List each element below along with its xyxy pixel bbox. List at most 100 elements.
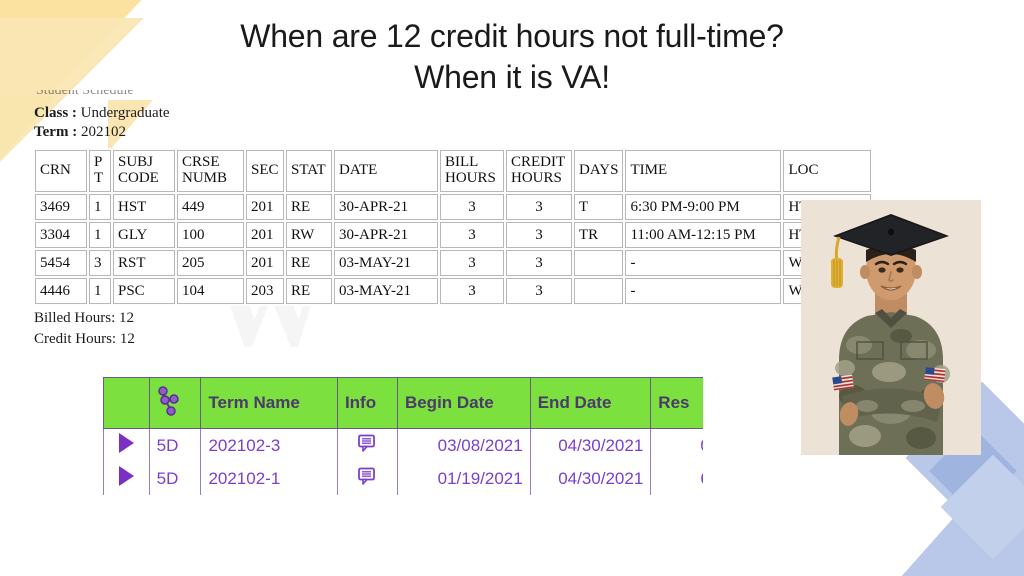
schedule-table: CRN PT SUBJ CODE CRSE NUMB SEC STAT DATE B… (33, 148, 874, 306)
node-graph-icon (157, 385, 194, 421)
table-row: 4446 1 PSC 104 203 RE 03-MAY-21 3 3 - WE… (35, 278, 872, 304)
cell-days (574, 250, 624, 276)
class-label: Class : (34, 105, 77, 121)
row-info-cell[interactable] (336, 462, 398, 495)
row-res: 0 (650, 428, 703, 462)
cell-crn: 4446 (35, 278, 87, 304)
cell-stat: RW (286, 222, 332, 248)
terms-col-begin-date[interactable]: Begin Date (396, 377, 531, 429)
cell-stat: RE (286, 278, 332, 304)
clipped-heading-text: Student Schedule (36, 90, 134, 98)
cell-crse: 205 (177, 250, 244, 276)
col-stat-l1: STAT (291, 162, 326, 179)
cell-bill: 3 (440, 250, 504, 276)
terms-table-panel: Term Name Info Begin Date End Date Res D… (103, 377, 703, 513)
cell-crse: 449 (177, 194, 244, 220)
table-row[interactable]: 5D 202102-1 01/19/2021 04/30/2021 (103, 462, 703, 495)
clipped-heading: Student Schedule (36, 90, 236, 98)
row-term-name[interactable]: 202102-3 (200, 428, 338, 462)
col-date: DATE (334, 150, 438, 192)
terms-table: Term Name Info Begin Date End Date Res D… (103, 377, 703, 495)
terms-col-term-name[interactable]: Term Name (200, 377, 338, 429)
cell-crn: 5454 (35, 250, 87, 276)
row-end-date: 04/30/2021 (529, 462, 652, 495)
col-date-l1: DATE (339, 162, 378, 179)
col-subj-l1: SUBJ (118, 154, 154, 171)
cell-subj: GLY (113, 222, 175, 248)
terms-col-res[interactable]: Res (650, 377, 703, 429)
cell-crse: 104 (177, 278, 244, 304)
table-row: 3304 1 GLY 100 201 RW 30-APR-21 3 3 TR 1… (35, 222, 872, 248)
class-line: Class : Undergraduate (34, 104, 170, 123)
cell-date: 30-APR-21 (334, 194, 438, 220)
row-code-cell: 5D (148, 462, 202, 495)
soldier-graduate-photo (801, 200, 981, 455)
cell-crn: 3469 (35, 194, 87, 220)
slide-title: When are 12 credit hours not full-time? … (120, 16, 904, 98)
term-line: Term : 202102 (34, 123, 170, 142)
cell-credit: 3 (506, 222, 572, 248)
cell-date: 30-APR-21 (334, 222, 438, 248)
slide-title-line-1: When are 12 credit hours not full-time? (240, 18, 784, 54)
terms-col-expand (103, 377, 150, 429)
cell-days: T (574, 194, 624, 220)
col-crn: CRN (35, 150, 87, 192)
col-loc-l1: LOC (788, 162, 819, 179)
cell-credit: 3 (506, 278, 572, 304)
note-icon[interactable] (345, 433, 390, 458)
col-days-l1: DAYS (579, 162, 619, 179)
row-code-cell: 5D (148, 428, 202, 462)
col-credit: CREDIT HOURS (506, 150, 572, 192)
cell-bill: 3 (440, 278, 504, 304)
term-value: 202102 (80, 124, 126, 141)
cell-sec: 201 (246, 194, 284, 220)
note-icon[interactable] (345, 466, 390, 491)
terms-col-node-graph (148, 377, 202, 429)
class-value: Undergraduate (80, 105, 170, 121)
col-crse: CRSE NUMB (177, 150, 244, 192)
table-row: 5454 3 RST 205 201 RE 03-MAY-21 3 3 - WE… (35, 250, 872, 276)
terms-col-end-date[interactable]: End Date (529, 377, 652, 429)
col-pt-l2: T (94, 170, 104, 186)
cell-crse: 100 (177, 222, 244, 248)
slide-canvas: When are 12 credit hours not full-time? … (0, 0, 1024, 576)
col-credit-l1: CREDIT (511, 154, 566, 171)
cell-sec: 203 (246, 278, 284, 304)
schedule-totals: Billed Hours: 12 Credit Hours: 12 (34, 308, 135, 349)
billed-hours-total: Billed Hours: 12 (34, 310, 134, 326)
col-credit-l2: HOURS (511, 170, 562, 186)
slide-title-line-2: When it is VA! (414, 58, 610, 95)
cell-sec: 201 (246, 222, 284, 248)
col-sec-l1: SEC (251, 162, 279, 179)
cell-bill: 3 (440, 194, 504, 220)
row-expand-cell[interactable] (103, 428, 150, 462)
cell-date: 03-MAY-21 (334, 278, 438, 304)
col-time-l1: TIME (630, 162, 668, 179)
row-begin-date: 03/08/2021 (396, 428, 531, 462)
expand-arrow-icon[interactable] (118, 433, 134, 453)
col-crse-l1: CRSE (182, 154, 220, 171)
decorative-blue-diamond-c (940, 454, 1024, 560)
term-label: Term : (34, 124, 78, 141)
cell-time: 11:00 AM-12:15 PM (625, 222, 782, 248)
row-expand-cell[interactable] (103, 462, 150, 495)
row-info-cell[interactable] (336, 428, 398, 462)
cell-time: 6:30 PM-9:00 PM (625, 194, 782, 220)
cell-subj: PSC (113, 278, 175, 304)
col-crn-l1: CRN (40, 162, 71, 179)
credit-hours-total: Credit Hours: 12 (34, 330, 135, 347)
terms-col-info[interactable]: Info (336, 377, 398, 429)
col-sec: SEC (246, 150, 284, 192)
cell-days: TR (574, 222, 624, 248)
col-bill: BILL HOURS (440, 150, 504, 192)
expand-arrow-icon[interactable] (118, 466, 134, 486)
cell-credit: 3 (506, 194, 572, 220)
table-row[interactable]: 5D 202102-3 03/08/2021 04/30/2021 (103, 428, 703, 462)
cell-crn: 3304 (35, 222, 87, 248)
row-term-name[interactable]: 202102-1 (200, 462, 338, 495)
schedule-header-row: CRN PT SUBJ CODE CRSE NUMB SEC STAT DATE B… (35, 150, 872, 192)
cell-subj: HST (113, 194, 175, 220)
cell-pt: 1 (89, 222, 111, 248)
col-subj: SUBJ CODE (113, 150, 175, 192)
cell-sec: 201 (246, 250, 284, 276)
